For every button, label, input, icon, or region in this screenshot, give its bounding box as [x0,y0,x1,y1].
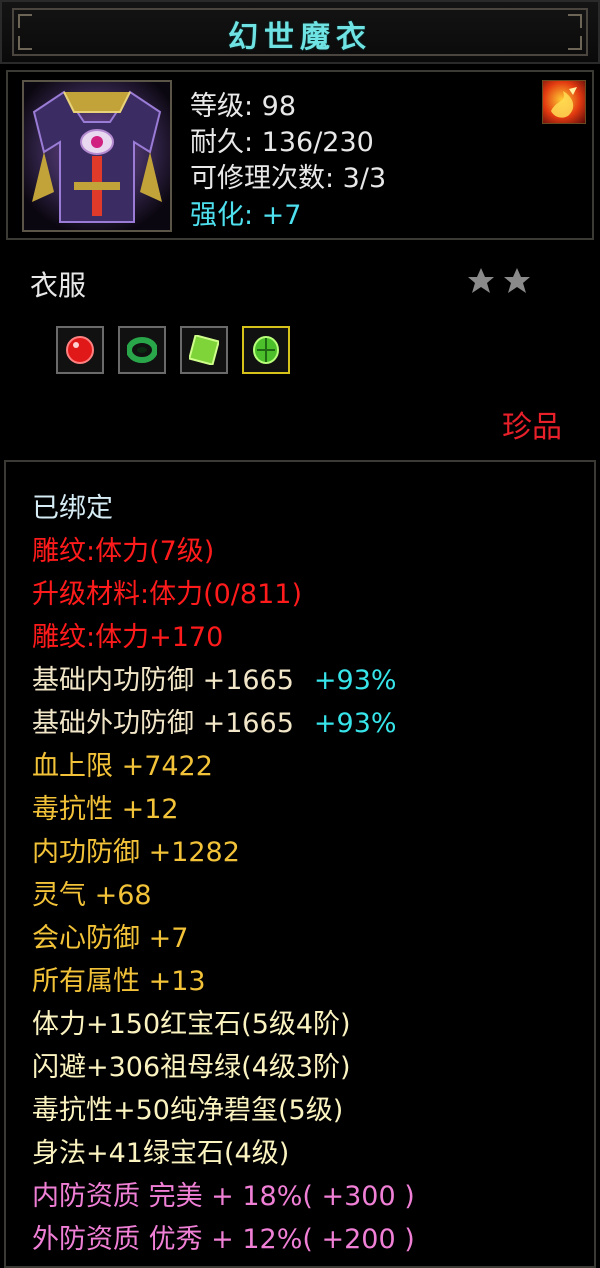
item-name: 幻世魔衣 [228,20,372,55]
engrave-bonus: 雕纹:体力+170 [32,622,224,653]
item-enhance-level: 强化: +7 [190,200,302,231]
engrave-level: 雕纹:体力(7级) [32,536,215,567]
fire-skill-icon[interactable] [542,80,586,124]
armor-robe-icon [22,80,172,232]
attribute-panel: 已绑定 雕纹:体力(7级) 升级材料:体力(0/811) 雕纹:体力+170 基… [4,460,596,1268]
socket-gem-4: 身法+41绿宝石(4级) [32,1138,290,1169]
bound-status: 已绑定 [32,493,113,524]
item-repair-count: 可修理次数: 3/3 [190,163,387,194]
base-inner-defense-percent: +93% [313,665,397,696]
item-rarity: 珍品 [502,410,562,445]
base-outer-defense: 基础外功防御 +1665 +93% [32,701,397,740]
item-type-label: 衣服 [30,269,87,302]
jade-ring-gem-icon[interactable] [118,326,166,374]
socket-gem-2: 闪避+306祖母绿(4级3阶) [32,1052,351,1083]
quality-outer-defense: 外防资质 优秀 + 12%( +200 ) [32,1224,415,1255]
ruby-gem-icon[interactable] [56,326,104,374]
upgrade-material: 升级材料:体力(0/811) [32,579,302,610]
star-icon [468,268,494,293]
spirit: 灵气 +68 [32,880,152,911]
base-outer-defense-percent: +93% [313,708,397,739]
base-inner-defense-value: 基础内功防御 +1665 [32,665,294,696]
item-info-panel: 等级: 98 耐久: 136/230 可修理次数: 3/3 强化: +7 [6,70,594,240]
socket-gem-1: 体力+150红宝石(5级4阶) [32,1009,351,1040]
emerald-gem-icon[interactable] [242,326,290,374]
item-durability: 耐久: 136/230 [190,127,374,158]
star-icon [504,268,530,293]
item-level: 等级: 98 [190,91,297,122]
hp-max: 血上限 +7422 [32,751,213,782]
green-crystal-gem-icon[interactable] [180,326,228,374]
inner-defense: 内功防御 +1282 [32,837,240,868]
base-inner-defense: 基础内功防御 +1665 +93% [32,658,397,697]
crit-defense: 会心防御 +7 [32,923,189,954]
poison-resistance: 毒抗性 +12 [32,794,179,825]
quality-inner-defense: 内防资质 完美 + 18%( +300 ) [32,1181,415,1212]
item-type-section: 衣服 珍品 [0,244,600,456]
base-outer-defense-value: 基础外功防御 +1665 [32,708,294,739]
all-stats: 所有属性 +13 [32,966,206,997]
title-bar: 幻世魔衣 [0,0,600,64]
socket-gem-3: 毒抗性+50纯净碧玺(5级) [32,1095,344,1126]
